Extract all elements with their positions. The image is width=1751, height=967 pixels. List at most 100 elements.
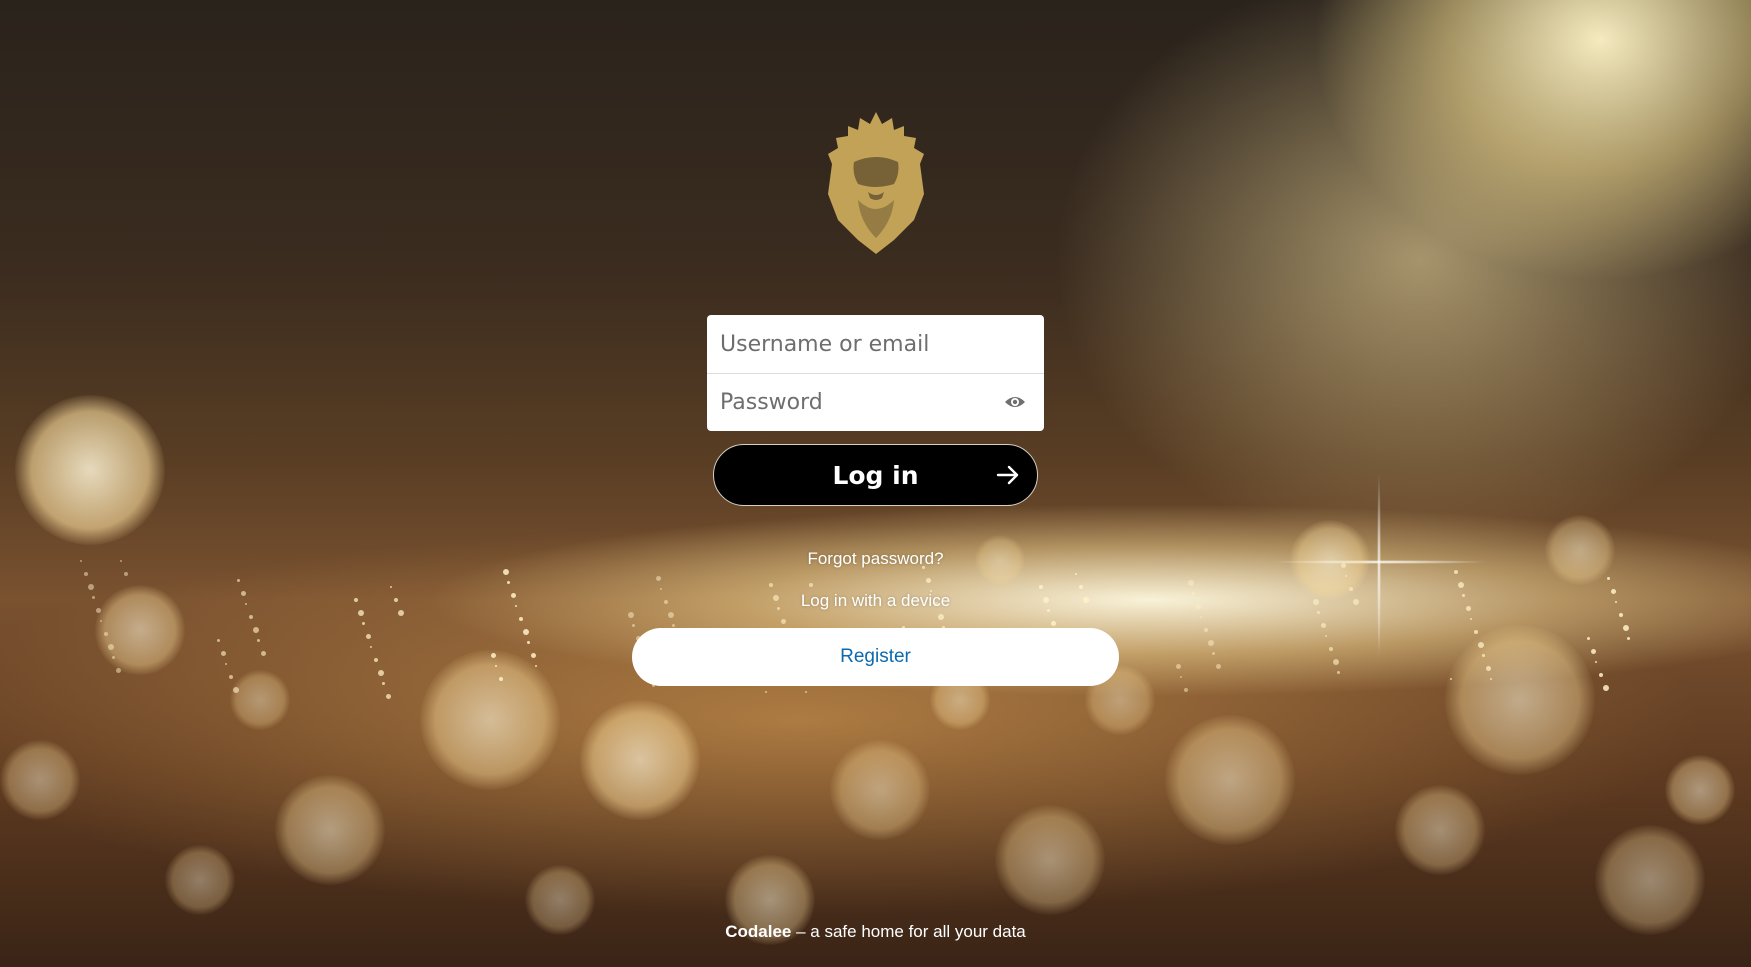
sparkle xyxy=(374,658,378,662)
sparkle xyxy=(1486,666,1491,671)
bokeh-light xyxy=(1165,715,1295,845)
username-input[interactable] xyxy=(720,331,1044,357)
sparkle xyxy=(1458,582,1464,588)
forgot-password-link[interactable]: Forgot password? xyxy=(0,549,1751,569)
sparkle xyxy=(1039,585,1043,589)
lion-crest-logo xyxy=(828,112,924,254)
sparkle xyxy=(628,612,634,618)
sparkle xyxy=(805,691,807,693)
sparkle xyxy=(362,622,365,625)
sparkle xyxy=(1325,635,1327,637)
login-with-device-link[interactable]: Log in with a device xyxy=(0,591,1751,611)
login-button[interactable]: Log in xyxy=(713,444,1038,506)
sparkle xyxy=(531,653,536,658)
sparkle xyxy=(1333,659,1339,665)
sparkle xyxy=(507,581,510,584)
sparkle xyxy=(535,665,537,667)
sparkle xyxy=(112,656,115,659)
sparkle xyxy=(769,583,773,587)
sparkle xyxy=(233,687,239,693)
sparkle xyxy=(1200,616,1202,618)
sparkle xyxy=(1321,623,1326,628)
footer-tagline-text: – a safe home for all your data xyxy=(791,922,1026,941)
sparkle xyxy=(382,682,385,685)
password-input[interactable] xyxy=(720,390,1044,415)
sparkle xyxy=(765,691,767,693)
sparkle xyxy=(1184,688,1188,692)
sparkle xyxy=(1478,642,1484,648)
sparkle xyxy=(1595,661,1597,663)
eye-icon[interactable] xyxy=(1004,394,1026,410)
sparkle xyxy=(938,614,944,620)
sparkle xyxy=(217,639,220,642)
register-button[interactable]: Register xyxy=(632,628,1119,686)
bokeh-light xyxy=(1595,825,1705,935)
login-button-label: Log in xyxy=(832,460,919,490)
bokeh-light xyxy=(15,395,165,545)
sparkle xyxy=(503,569,509,575)
sparkle xyxy=(1450,678,1452,680)
sparkle xyxy=(237,579,240,582)
footer-brand: Codalee xyxy=(725,922,792,941)
sparkle xyxy=(1627,637,1630,640)
sparkle xyxy=(253,627,259,633)
sparkle xyxy=(1079,585,1083,589)
sparkle xyxy=(88,584,94,590)
sparkle xyxy=(100,620,102,622)
sparkle xyxy=(1176,664,1181,669)
sparkle xyxy=(926,578,931,583)
bokeh-light xyxy=(995,805,1105,915)
footer-tagline: Codalee – a safe home for all your data xyxy=(0,922,1751,942)
sparkle xyxy=(1454,570,1458,574)
sparkle xyxy=(523,629,529,635)
sparkle xyxy=(499,677,503,681)
register-button-label: Register xyxy=(840,646,911,667)
sparkle xyxy=(1482,654,1485,657)
sparkle xyxy=(1180,676,1182,678)
sparkle xyxy=(1329,647,1333,651)
sparkle xyxy=(1474,630,1478,634)
login-form xyxy=(707,315,1044,431)
sparkle xyxy=(668,612,674,618)
sparkle xyxy=(495,665,497,667)
bokeh-light xyxy=(275,775,385,885)
bokeh-light xyxy=(420,650,560,790)
sparkle xyxy=(1212,652,1215,655)
sparkle xyxy=(390,586,392,588)
sparkle xyxy=(1603,685,1609,691)
sparkle xyxy=(1599,673,1603,677)
bokeh-light xyxy=(1395,785,1485,875)
sparkle xyxy=(1075,573,1077,575)
sparkle xyxy=(656,576,661,581)
sparkle xyxy=(366,634,371,639)
sparkle xyxy=(370,646,372,648)
sparkle xyxy=(249,615,253,619)
bokeh-light xyxy=(1445,625,1595,775)
sparkle xyxy=(1208,640,1214,646)
sparkle xyxy=(1591,649,1596,654)
sparkle xyxy=(108,644,114,650)
bokeh-light xyxy=(165,845,235,915)
sparkle xyxy=(491,653,496,658)
sparkle xyxy=(1619,613,1623,617)
sparkle xyxy=(116,668,121,673)
sparkle xyxy=(378,670,384,676)
sparkle xyxy=(257,639,260,642)
sparkle xyxy=(261,651,266,656)
sparkle xyxy=(386,694,391,699)
sparkle xyxy=(1337,671,1340,674)
username-field-row xyxy=(707,315,1044,373)
sparkle xyxy=(1317,611,1320,614)
bokeh-light xyxy=(0,740,80,820)
sparkle xyxy=(1216,664,1221,669)
sparkle xyxy=(1204,628,1208,632)
sparkle xyxy=(781,619,786,624)
sparkle xyxy=(1188,580,1194,586)
sparkle xyxy=(660,588,662,590)
sparkle xyxy=(229,675,233,679)
sparkle xyxy=(809,583,813,587)
sparkle xyxy=(221,651,226,656)
sparkle xyxy=(519,617,523,621)
sparkle xyxy=(104,632,108,636)
sparkle xyxy=(1490,678,1492,680)
